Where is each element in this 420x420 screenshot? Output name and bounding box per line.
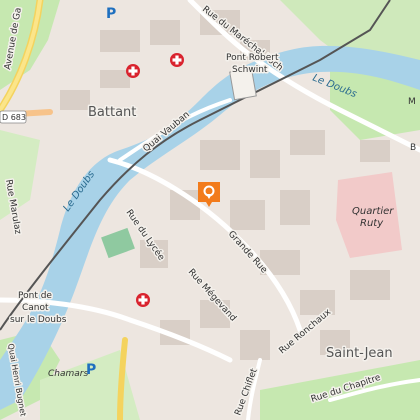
svg-text:P: P <box>86 362 96 378</box>
bridge-pont-robert-label-2: Schwint <box>232 65 268 75</box>
map-view[interactable]: Battant Saint-Jean Quartier Ruty Le Doub… <box>0 0 420 420</box>
hospital-icon[interactable] <box>126 64 140 78</box>
bridge-pont-robert-label-1: Pont Robert <box>226 53 279 63</box>
district-saint-jean-label: Saint-Jean <box>326 346 393 361</box>
edge-label-b: B <box>410 143 416 153</box>
quartier-ruty-label-2: Ruty <box>360 218 384 229</box>
bridge-pont-canot-label-2: Canot <box>22 303 49 313</box>
parking-icon[interactable]: P <box>106 6 116 22</box>
road-number-label: D 683 <box>2 113 26 122</box>
hospital-icon[interactable] <box>170 53 184 67</box>
svg-text:P: P <box>106 6 116 22</box>
place-chamars-label: Chamars <box>48 369 88 379</box>
edge-label-m: M <box>408 97 416 107</box>
quartier-ruty-label-1: Quartier <box>352 206 394 217</box>
parking-icon[interactable]: P <box>86 362 96 378</box>
hospital-icon[interactable] <box>136 293 150 307</box>
district-battant-label: Battant <box>88 105 136 120</box>
bridge-pont-canot-label-3: sur le Doubs <box>10 315 67 325</box>
bridge-pont-canot-label-1: Pont de <box>18 291 52 301</box>
map-canvas[interactable]: Battant Saint-Jean Quartier Ruty Le Doub… <box>0 0 420 420</box>
